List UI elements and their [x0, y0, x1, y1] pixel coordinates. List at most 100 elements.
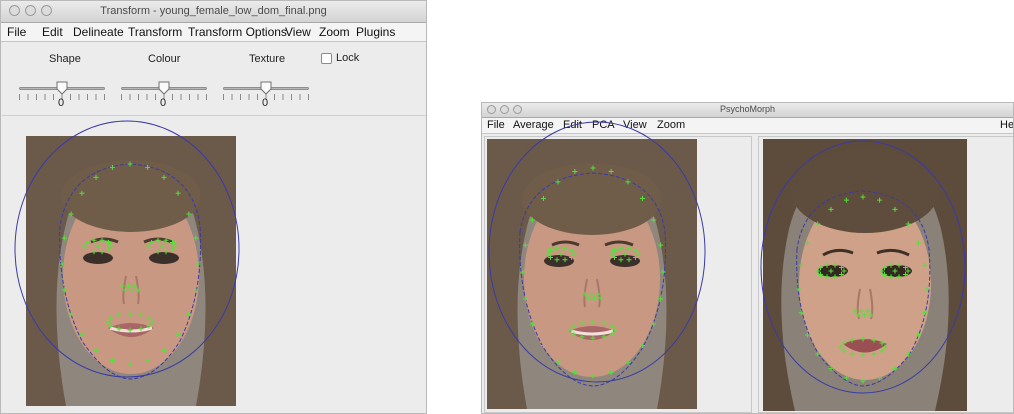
menu-edit[interactable]: Edit: [42, 25, 63, 39]
landmark-point[interactable]: [651, 217, 657, 223]
landmark-point[interactable]: [879, 348, 885, 354]
landmark-point[interactable]: [832, 262, 838, 268]
landmark-point[interactable]: [159, 243, 165, 249]
landmark-point[interactable]: [896, 262, 902, 268]
landmark-point[interactable]: [138, 326, 144, 332]
landmark-point[interactable]: [608, 169, 614, 175]
landmark-point[interactable]: [601, 320, 607, 326]
landmark-point[interactable]: [658, 296, 664, 302]
landmark-point[interactable]: [905, 221, 911, 227]
menu-zoom[interactable]: Zoom: [657, 119, 685, 131]
landmark-point[interactable]: [68, 211, 74, 217]
landmark-point[interactable]: [841, 348, 847, 354]
landmark-point[interactable]: [61, 235, 67, 241]
landmark-point[interactable]: [841, 340, 847, 346]
landmark-point[interactable]: [849, 337, 855, 343]
landmark-point[interactable]: [626, 245, 632, 251]
landmark-point[interactable]: [609, 251, 615, 257]
landmark-point[interactable]: [868, 312, 874, 318]
landmark-point[interactable]: [855, 312, 861, 318]
landmark-point[interactable]: [108, 323, 114, 329]
landmark-point[interactable]: [579, 320, 585, 326]
landmark-point[interactable]: [172, 243, 178, 249]
landmark-point[interactable]: [622, 251, 628, 257]
landmark-point[interactable]: [625, 179, 631, 185]
landmark-point[interactable]: [860, 378, 866, 384]
landmark-point[interactable]: [815, 221, 821, 227]
landmark-point[interactable]: [588, 291, 594, 297]
landmark-point[interactable]: [529, 321, 535, 327]
landmark-point[interactable]: [626, 257, 632, 263]
landmark-point[interactable]: [547, 255, 553, 261]
landmark-point[interactable]: [122, 287, 128, 293]
landmark-point[interactable]: [68, 311, 74, 317]
landmark-point[interactable]: [568, 327, 574, 333]
landmark-point[interactable]: [95, 243, 101, 249]
landmark-point[interactable]: [571, 251, 577, 257]
landmark-point[interactable]: [639, 195, 645, 201]
landmark-point[interactable]: [149, 319, 155, 325]
landmark-point[interactable]: [881, 264, 887, 270]
landmark-point[interactable]: [109, 358, 115, 364]
landmark-point[interactable]: [860, 194, 866, 200]
landmark-point[interactable]: [582, 291, 588, 297]
landmark-point[interactable]: [651, 321, 657, 327]
landmark-point[interactable]: [598, 295, 604, 301]
landmark-point[interactable]: [658, 242, 664, 248]
landmark-point[interactable]: [571, 331, 577, 337]
landmark-point[interactable]: [161, 348, 167, 354]
landmark-point[interactable]: [590, 335, 596, 341]
landmark-point[interactable]: [798, 310, 804, 316]
landmark-point[interactable]: [877, 375, 883, 381]
landmark-point[interactable]: [163, 237, 169, 243]
landmark-point[interactable]: [79, 190, 85, 196]
menu-file[interactable]: File: [7, 25, 26, 39]
menu-view[interactable]: View: [285, 25, 311, 39]
landmark-point[interactable]: [571, 323, 577, 329]
landmark-point[interactable]: [865, 308, 871, 314]
landmark-point[interactable]: [146, 323, 152, 329]
landmark-point[interactable]: [569, 247, 575, 253]
landmark-point[interactable]: [828, 206, 834, 212]
landmark-point[interactable]: [796, 286, 802, 292]
landmark-point[interactable]: [860, 352, 866, 358]
landmark-point[interactable]: [635, 251, 641, 257]
slider-thumb[interactable]: [158, 81, 170, 95]
landmark-point[interactable]: [609, 331, 615, 337]
landmark-point[interactable]: [99, 237, 105, 243]
landmark-point[interactable]: [590, 165, 596, 171]
menu-pca[interactable]: PCA: [592, 119, 615, 131]
landmark-point[interactable]: [146, 315, 152, 321]
landmark-point[interactable]: [838, 344, 844, 350]
landmark-point[interactable]: [119, 283, 125, 289]
landmark-point[interactable]: [127, 161, 133, 167]
psychomorph-titlebar[interactable]: PsychoMorph: [482, 103, 1013, 118]
landmark-overlay[interactable]: [759, 137, 1014, 414]
landmark-point[interactable]: [91, 237, 97, 243]
landmark-point[interactable]: [843, 197, 849, 203]
landmark-point[interactable]: [922, 262, 928, 268]
landmark-point[interactable]: [601, 334, 607, 340]
landmark-point[interactable]: [547, 247, 553, 253]
landmark-point[interactable]: [529, 217, 535, 223]
landmark-point[interactable]: [882, 344, 888, 350]
landmark-point[interactable]: [186, 211, 192, 217]
landmark-point[interactable]: [892, 366, 898, 372]
landmark-point[interactable]: [922, 310, 928, 316]
landmark-point[interactable]: [522, 296, 528, 302]
landmark-point[interactable]: [608, 369, 614, 375]
landmark-point[interactable]: [618, 257, 624, 263]
landmark-point[interactable]: [554, 257, 560, 263]
landmark-point[interactable]: [106, 247, 112, 253]
landmark-point[interactable]: [832, 274, 838, 280]
landmark-point[interactable]: [125, 283, 131, 289]
landmark-point[interactable]: [858, 308, 864, 314]
landmark-point[interactable]: [879, 268, 885, 274]
menu-delineate[interactable]: Delineate: [73, 25, 124, 39]
landmark-point[interactable]: [99, 249, 105, 255]
landmark-point[interactable]: [108, 243, 114, 249]
landmark-point[interactable]: [146, 243, 152, 249]
landmark-point[interactable]: [106, 239, 112, 245]
landmark-point[interactable]: [903, 264, 909, 270]
landmark-point[interactable]: [612, 327, 618, 333]
